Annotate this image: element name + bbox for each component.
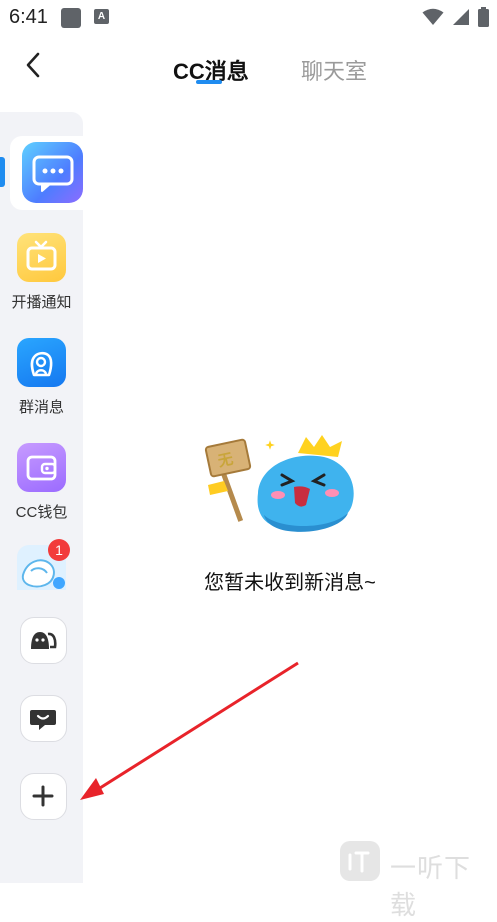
header: CC消息 聊天室 [0, 36, 497, 106]
sidebar-item-live-notice[interactable]: 开播通知 [0, 230, 83, 315]
wallet-icon [17, 443, 66, 492]
add-button[interactable] [20, 773, 67, 820]
sidebar-item-label: 群消息 [18, 399, 64, 416]
smile-chat-icon [30, 710, 56, 730]
notification-a-icon: A [94, 9, 109, 24]
battery-icon [478, 7, 489, 27]
watermark-text: 一听下载 [390, 853, 472, 920]
group-icon [17, 338, 66, 387]
message-dots-icon [22, 142, 83, 203]
signal-icon [453, 9, 469, 25]
chat-bubble-button[interactable] [20, 695, 67, 742]
active-tab-indicator [196, 80, 222, 84]
sidebar-item-label: CC钱包 [15, 504, 68, 521]
empty-state-message: 您暂未收到新消息~ [204, 572, 376, 594]
tab-chatroom[interactable]: 聊天室 [301, 54, 367, 86]
back-arrow-icon[interactable] [18, 50, 48, 80]
unread-badge: 1 [48, 539, 70, 561]
sidebar-item-group-messages[interactable]: 群消息 [0, 335, 83, 420]
status-time: 6:41 [9, 6, 48, 28]
tv-icon [17, 233, 66, 282]
status-bar: 6:41 A [0, 0, 497, 36]
watermark-logo-icon [340, 841, 380, 881]
users-button[interactable] [20, 617, 67, 664]
notification-square-icon [61, 8, 81, 28]
sidebar-item-messages[interactable] [0, 136, 83, 210]
users-icon [31, 632, 57, 649]
sidebar-item-wallet[interactable]: CC钱包 [0, 440, 83, 525]
wifi-icon [422, 8, 444, 25]
plus-icon [32, 785, 54, 807]
status-icons [422, 6, 489, 28]
sidebar-item-label: 开播通知 [11, 294, 72, 311]
sidebar-top-cap [0, 112, 83, 136]
